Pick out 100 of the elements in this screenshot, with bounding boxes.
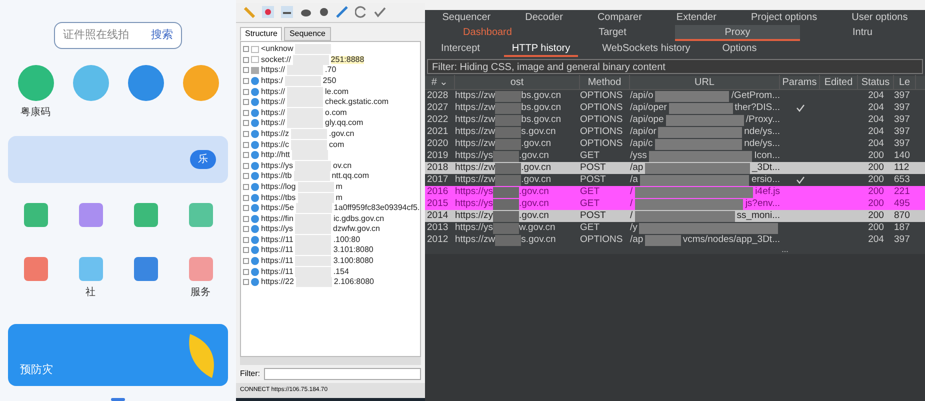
host-item[interactable]: https://11 xyxy=(261,257,294,266)
tool-tab[interactable]: Target xyxy=(550,25,675,41)
host-item[interactable]: m xyxy=(336,194,342,202)
host-item[interactable]: check.gstatic.com xyxy=(325,98,389,106)
table-row[interactable]: 2028 https://zw bs.gov.cn OPTIONS /api/o /GetProm... 204 397 xyxy=(425,90,925,102)
app-icon[interactable] xyxy=(182,64,218,101)
host-item[interactable]: https://11 xyxy=(261,236,294,244)
table-row[interactable]: 2015 https://ys .gov.cn GET / js?env... 200 495 xyxy=(425,198,925,210)
app-icon[interactable] xyxy=(188,203,212,228)
throttle-icon[interactable] xyxy=(281,6,293,18)
column-header[interactable]: Method xyxy=(580,75,630,90)
sub-tab[interactable]: Intercept xyxy=(433,41,488,57)
host-item[interactable]: 250 xyxy=(322,76,336,85)
host-item[interactable]: .154 xyxy=(333,268,349,276)
app-icon[interactable] xyxy=(134,203,158,228)
app-icon[interactable] xyxy=(78,257,102,282)
app-icon[interactable] xyxy=(72,64,108,101)
column-header[interactable]: URL xyxy=(630,75,780,90)
host-item[interactable]: https://11 xyxy=(261,246,294,254)
host-item[interactable]: ntt.qq.com xyxy=(332,172,370,180)
host-item[interactable]: https:// xyxy=(261,98,286,106)
table-row[interactable]: 2019 https://ys .gov.cn GET /yss Icon... 200 140 xyxy=(425,150,925,162)
tool-tab[interactable]: User options xyxy=(852,10,908,25)
search-field[interactable]: 证件照在线拍 搜索 xyxy=(54,22,182,49)
host-item[interactable]: https:// xyxy=(261,88,286,96)
host-item[interactable]: https://z xyxy=(261,130,290,138)
app-icon[interactable] xyxy=(24,203,48,228)
column-header[interactable]: Params xyxy=(780,75,820,90)
table-row[interactable]: 2014 https://zy .gov.cn POST / ss_moni... 200 870 xyxy=(425,210,925,222)
column-header[interactable]: Status xyxy=(858,75,894,90)
tool-tab[interactable]: Sequencer xyxy=(442,10,491,25)
host-item[interactable]: https://fin xyxy=(261,214,294,223)
table-row[interactable]: 2012 https://zw s.gov.cn OPTIONS /ap vcms/nodes/app_3Dt... 204 397 xyxy=(425,234,925,246)
tool-tab[interactable]: Proxy xyxy=(675,25,800,41)
tool-tab[interactable]: Comparer xyxy=(597,10,642,25)
record-icon[interactable] xyxy=(262,6,274,18)
table-row[interactable]: 2022 https://zw bs.gov.cn OPTIONS /api/ope /Proxy... 204 397 xyxy=(425,114,925,126)
host-item[interactable]: 1a0ff959fc83e09394cf5. xyxy=(334,204,420,212)
host-item[interactable]: https://tbs xyxy=(261,194,296,202)
host-item[interactable]: <unknow xyxy=(261,45,294,54)
filter-bar[interactable]: Filter: Hiding CSS, image and general binary content xyxy=(427,59,923,74)
host-item[interactable]: 3.101:8080 xyxy=(333,246,374,254)
host-item[interactable]: ov.cn xyxy=(333,162,352,170)
app-icon[interactable] xyxy=(78,203,102,228)
filter-field[interactable] xyxy=(264,368,421,380)
host-item[interactable]: https://c xyxy=(261,140,290,149)
host-item[interactable]: dzwfw.gov.cn xyxy=(333,225,380,234)
tool-tab[interactable]: Project options xyxy=(750,10,818,25)
host-item[interactable]: 251:8888 xyxy=(330,56,364,64)
column-header[interactable]: Le xyxy=(894,75,916,90)
host-item[interactable]: https://22 xyxy=(261,278,294,286)
host-item[interactable]: https:// xyxy=(261,119,286,128)
host-item[interactable]: .70 xyxy=(325,66,336,74)
tool-tab[interactable]: Extender xyxy=(676,10,716,25)
host-item[interactable]: https:// xyxy=(261,66,286,74)
check-icon[interactable] xyxy=(374,6,386,18)
host-item[interactable]: https://tb xyxy=(261,172,292,180)
host-item[interactable]: .100:80 xyxy=(333,236,360,244)
host-item[interactable]: 3.100:8080 xyxy=(333,257,374,266)
table-row[interactable]: 2020 https://zw .gov.cn OPTIONS /api/c nde/ys... 204 397 xyxy=(425,138,925,150)
host-item[interactable]: le.com xyxy=(325,88,349,96)
app-icon[interactable] xyxy=(128,64,164,101)
host-item[interactable]: m xyxy=(336,182,342,191)
host-item[interactable]: gly.qq.com xyxy=(325,119,364,128)
table-row[interactable]: 2013 https://ys w.gov.cn GET /y 200 187 xyxy=(425,222,925,234)
sub-tab[interactable]: Options xyxy=(714,41,765,57)
host-item[interactable]: o.com xyxy=(325,108,347,117)
splitter-handle[interactable]: ... xyxy=(782,246,788,254)
host-item[interactable]: https://ys xyxy=(261,162,294,170)
table-row[interactable]: 2021 https://zw s.gov.cn OPTIONS /api/or nde/ys... 204 397 xyxy=(425,126,925,138)
host-item[interactable]: https://ys xyxy=(261,225,294,234)
pen-icon[interactable] xyxy=(336,6,348,18)
host-item[interactable]: https://11 xyxy=(261,268,294,276)
tool-tab[interactable]: Decoder xyxy=(525,10,563,25)
tool-tab[interactable]: Intru xyxy=(800,25,925,41)
host-item[interactable]: https:// xyxy=(261,108,286,117)
promo-card[interactable]: 乐 xyxy=(8,136,228,184)
refresh-icon[interactable] xyxy=(355,6,367,18)
host-item[interactable]: https://5e xyxy=(261,204,294,212)
table-row[interactable]: 2027 https://zw bs.gov.cn OPTIONS /api/oper ther?DIS... 204 397 xyxy=(425,102,925,114)
host-item[interactable]: ic.gdbs.gov.cn xyxy=(333,214,384,223)
tab[interactable]: Structure xyxy=(240,26,282,41)
app-icon[interactable] xyxy=(134,257,158,282)
column-header[interactable]: Edited xyxy=(820,75,858,90)
sub-tab[interactable]: HTTP history xyxy=(504,41,578,57)
search-link[interactable]: 搜索 xyxy=(151,27,173,44)
host-item[interactable]: .gov.cn xyxy=(329,130,354,138)
app-icon[interactable] xyxy=(188,257,212,282)
app-icon[interactable] xyxy=(18,64,54,101)
table-row[interactable]: 2016 https://ys .gov.cn GET / i4ef.js 200 221 xyxy=(425,186,925,198)
host-item[interactable]: com xyxy=(329,140,344,149)
tab[interactable]: Sequence xyxy=(284,26,330,41)
host-item[interactable]: https:/ xyxy=(261,76,283,85)
host-item[interactable]: https://log xyxy=(261,182,296,191)
app-icon[interactable] xyxy=(24,257,48,282)
table-row[interactable]: 2018 https://zw .gov.cn POST /ap _3Dt... 200 112 xyxy=(425,162,925,174)
column-header[interactable]: ost xyxy=(455,75,580,90)
host-item[interactable]: http://htt xyxy=(261,151,290,160)
host-item[interactable]: 2.106:8080 xyxy=(334,278,374,286)
column-header[interactable]: # ⌄ xyxy=(425,75,455,90)
